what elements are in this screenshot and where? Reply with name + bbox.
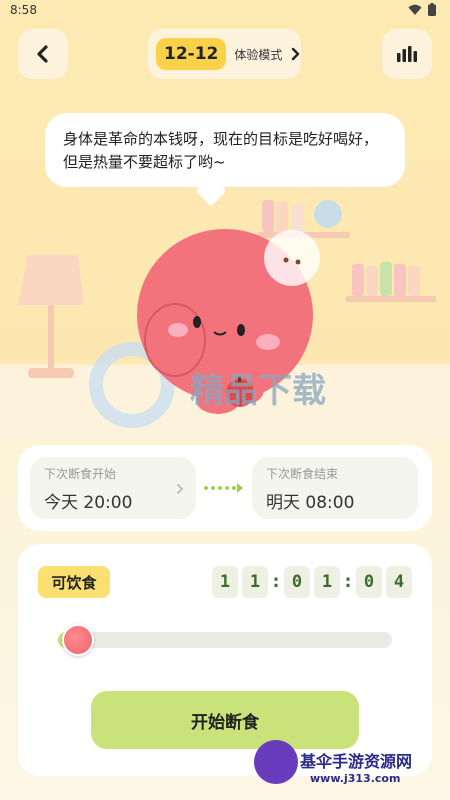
bookshelf-bottom: [346, 262, 436, 302]
next-fast-start-label: 下次断食开始: [44, 467, 117, 481]
next-fast-end[interactable]: 下次断食结束 明天 08:00: [252, 457, 418, 519]
watermark-site-logo: [254, 740, 298, 784]
speech-bubble: 身体是革命的本钱呀，现在的目标是吃好喝好，但是热量不要超标了哟~: [45, 113, 405, 187]
chevron-right-icon: [292, 47, 300, 61]
watermark-site-name: 基伞手游资源网: [300, 752, 413, 771]
status-time: 8:58: [10, 3, 37, 17]
back-button[interactable]: [18, 29, 68, 79]
countdown-digit: 1: [212, 566, 238, 598]
progress-character-thumb: [62, 624, 94, 656]
start-fasting-button[interactable]: 开始断食: [91, 691, 359, 749]
countdown-digit: 0: [356, 566, 382, 598]
countdown-digit: 1: [242, 566, 268, 598]
status-bar: 8:58: [0, 0, 450, 22]
countdown-display: 1 1 : 0 1 : 0 4: [212, 566, 412, 598]
countdown-separator: :: [272, 572, 280, 592]
mode-label: 体验模式: [234, 47, 283, 62]
watermark-site-url: www.j313.com: [310, 772, 401, 785]
next-fast-end-value: 明天 08:00: [266, 493, 355, 513]
fasting-progress-bar: [58, 624, 392, 656]
next-fast-end-label: 下次断食结束: [266, 467, 339, 481]
countdown-digit: 0: [284, 566, 310, 598]
timer-card: 可饮食 1 1 : 0 1 : 0 4 开始断食: [18, 544, 432, 776]
bookshelf-top: [258, 200, 350, 238]
mode-badge: 12-12: [156, 38, 227, 70]
schedule-card: 下次断食开始 今天 20:00 下次断食结束 明天 08:00: [18, 445, 432, 531]
dotted-arrow-icon: [204, 483, 243, 493]
countdown-separator: :: [344, 572, 352, 592]
next-fast-start[interactable]: 下次断食开始 今天 20:00: [30, 457, 196, 519]
room-scene: 精品下载: [0, 200, 450, 440]
status-badge: 可饮食: [38, 566, 110, 598]
watermark-center-text: 精品下载: [190, 371, 326, 411]
countdown-digit: 4: [386, 566, 412, 598]
mode-selector[interactable]: 12-12 体验模式: [148, 29, 301, 79]
status-icons: [408, 3, 436, 16]
wifi-icon: [408, 4, 422, 15]
chevron-right-icon: [177, 484, 184, 494]
back-arrow-icon: [37, 45, 48, 63]
bar-chart-icon: [397, 46, 417, 62]
countdown-digit: 1: [314, 566, 340, 598]
next-fast-start-value: 今天 20:00: [44, 493, 133, 513]
stats-button[interactable]: [382, 29, 432, 79]
lamp-illustration: [18, 255, 84, 378]
battery-icon: [428, 3, 436, 16]
